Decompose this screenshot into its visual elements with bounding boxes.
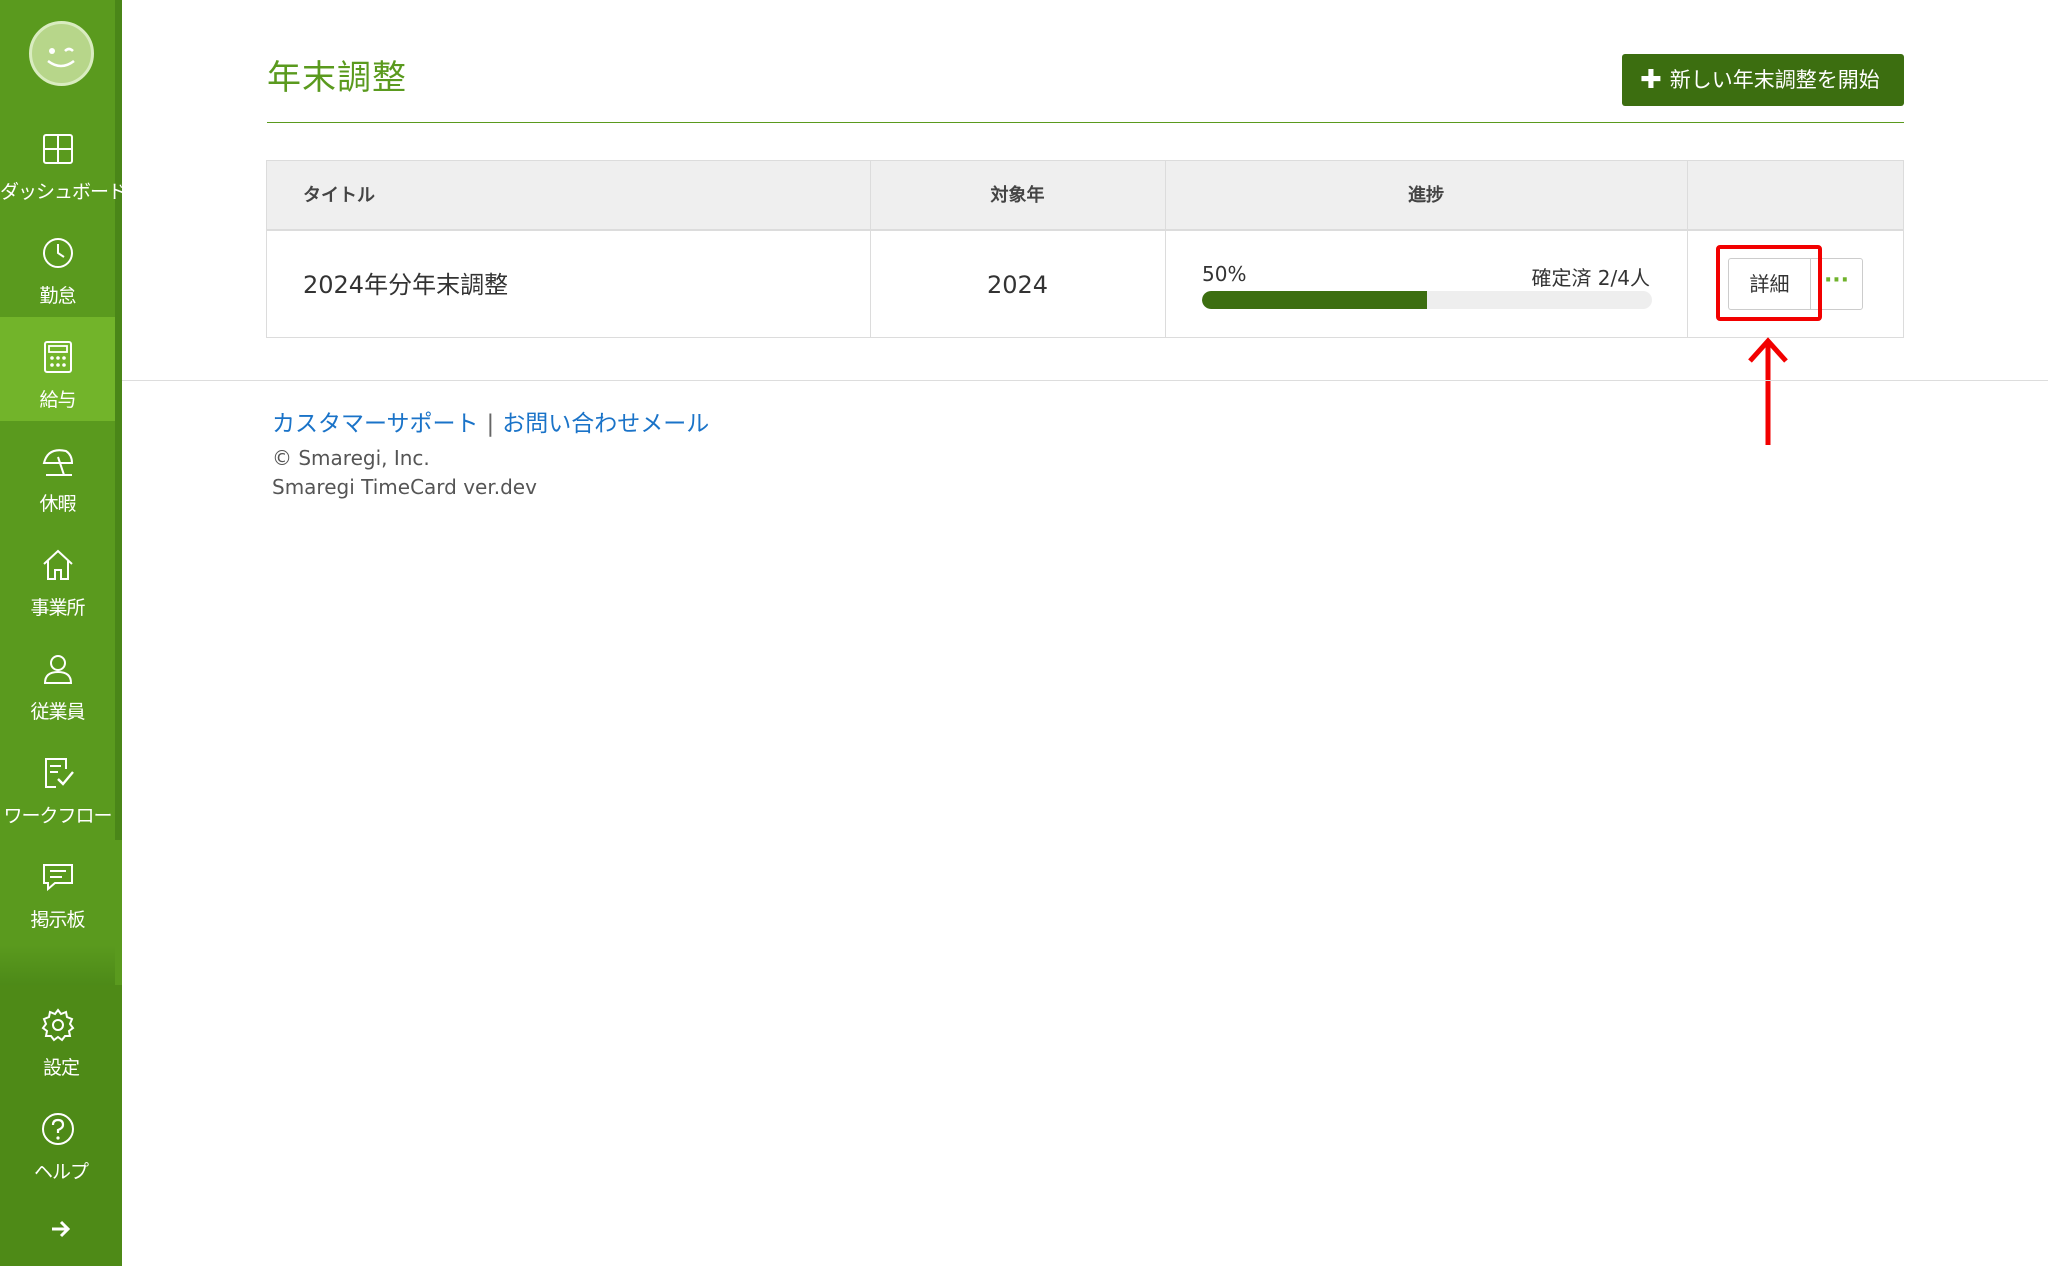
annotation-arrow-up-icon — [1748, 337, 1788, 445]
contact-email-link[interactable]: お問い合わせメール — [502, 411, 709, 437]
avatar[interactable] — [29, 21, 94, 86]
progress-confirmed-count: 確定済 2/4人 — [1531, 266, 1650, 290]
sidebar-item-attendance[interactable]: 勤怠 — [0, 213, 115, 317]
arrow-right-icon — [52, 1220, 71, 1238]
column-header-progress: 進捗 — [1408, 185, 1444, 206]
sidebar-item-label: ヘルプ — [33, 1161, 89, 1183]
row-title: 2024年分年末調整 — [303, 271, 509, 299]
sidebar-item-label: 掲示板 — [30, 909, 85, 931]
column-header-title: タイトル — [303, 185, 375, 206]
calculator-icon — [44, 341, 72, 373]
sidebar-item-help[interactable]: ヘルプ — [0, 1089, 122, 1193]
sidebar-collapse-button[interactable] — [0, 1217, 122, 1247]
clock-icon — [43, 238, 73, 268]
sidebar-item-label: ダッシュボード — [0, 181, 127, 203]
new-year-end-adjustment-button[interactable]: ✚ 新しい年末調整を開始 — [1622, 54, 1904, 106]
sidebar-item-bulletin[interactable]: 掲示板 — [0, 837, 115, 941]
new-button-label: 新しい年末調整を開始 — [1669, 68, 1880, 92]
sidebar-item-label: 事業所 — [30, 597, 85, 619]
sidebar-item-label: ワークフロー — [3, 805, 112, 827]
footer-link-separator: | — [486, 411, 495, 437]
progress-percent: 50% — [1202, 262, 1247, 286]
sidebar: ダッシュボード 勤怠 給与 休暇 事業所 従業員 ワークフロー 掲示板 設定 ヘ… — [0, 0, 127, 1266]
progress-bar — [1202, 291, 1652, 309]
umbrella-icon — [42, 449, 74, 476]
sidebar-item-payroll[interactable]: 給与 — [0, 317, 115, 421]
sidebar-item-settings[interactable]: 設定 — [0, 985, 122, 1089]
sidebar-item-leave[interactable]: 休暇 — [0, 421, 115, 525]
column-divider — [1687, 161, 1688, 337]
help-icon — [42, 1113, 74, 1145]
version-text: Smaregi TimeCard ver.dev — [272, 475, 537, 499]
progress-bar-fill — [1202, 291, 1427, 309]
sidebar-item-office[interactable]: 事業所 — [0, 525, 115, 629]
sidebar-scrollbar[interactable] — [115, 0, 122, 840]
sidebar-item-label: 勤怠 — [39, 285, 76, 307]
gear-icon — [41, 1008, 75, 1042]
footer-links: カスタマーサポート | お問い合わせメール — [272, 404, 709, 438]
more-dots-icon: ··· — [1823, 268, 1850, 293]
sidebar-item-label: 休暇 — [39, 493, 76, 515]
copyright-text: © Smaregi, Inc. — [272, 446, 430, 470]
dashboard-icon — [43, 134, 73, 164]
title-divider — [267, 122, 1904, 123]
sidebar-nav: ダッシュボード 勤怠 給与 休暇 事業所 従業員 ワークフロー 掲示板 — [0, 109, 127, 941]
sidebar-item-label: 給与 — [39, 389, 76, 411]
sidebar-item-workflow[interactable]: ワークフロー — [0, 733, 115, 837]
sidebar-bottom: 設定 ヘルプ — [0, 985, 122, 1266]
sidebar-item-employees[interactable]: 従業員 — [0, 629, 115, 733]
table-header: タイトル 対象年 進捗 — [267, 161, 1903, 231]
sidebar-item-dashboard[interactable]: ダッシュボード — [0, 109, 127, 213]
sidebar-scroll-fade — [0, 945, 115, 985]
home-icon — [43, 549, 73, 580]
customer-support-link[interactable]: カスタマーサポート — [272, 411, 479, 437]
chat-icon — [43, 864, 73, 892]
column-divider — [1165, 161, 1166, 337]
adjustment-table: タイトル 対象年 進捗 2024年分年末調整 2024 — [266, 160, 1904, 338]
checklist-icon — [45, 758, 74, 788]
row-year: 2024 — [986, 271, 1049, 299]
plus-icon: ✚ — [1640, 65, 1662, 95]
smiley-face-icon — [47, 47, 75, 68]
footer-divider — [122, 380, 2048, 381]
person-icon — [43, 655, 73, 684]
sidebar-item-label: 設定 — [42, 1057, 80, 1079]
column-header-year: 対象年 — [990, 185, 1045, 206]
annotation-highlight-box — [1716, 245, 1822, 321]
sidebar-item-label: 従業員 — [30, 701, 85, 723]
page-title: 年末調整 — [267, 58, 407, 98]
column-header-actions — [1687, 161, 1903, 231]
